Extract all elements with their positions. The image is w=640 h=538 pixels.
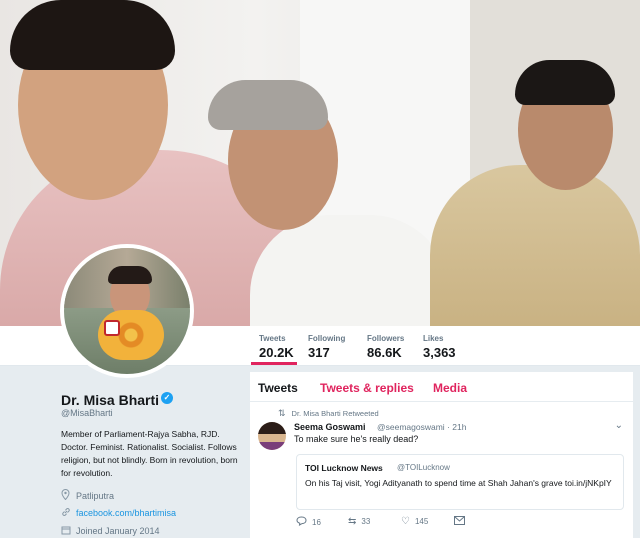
- header-photo-person-left-hair: [10, 0, 175, 70]
- verified-badge-icon: ✓: [161, 392, 173, 404]
- header-photo-person-right: [430, 165, 640, 326]
- link-icon: [61, 507, 73, 519]
- tweet-actions: 16 ⇆ 33 ♡ 145: [296, 516, 496, 530]
- header-photo-person-center: [250, 215, 450, 326]
- tweet-author-name[interactable]: Seema Goswami: [294, 422, 366, 432]
- stat-tweets-label: Tweets: [259, 334, 286, 343]
- stat-followers[interactable]: Followers 86.6K: [367, 334, 404, 360]
- tweet-author-avatar[interactable]: [258, 422, 286, 450]
- stat-tweets[interactable]: Tweets 20.2K: [259, 334, 294, 360]
- tweet-text: To make sure he's really dead?: [294, 434, 419, 444]
- calendar-icon: [61, 525, 73, 537]
- stat-following[interactable]: Following 317: [308, 334, 345, 360]
- stat-tweets-value: 20.2K: [259, 345, 294, 360]
- retweet-icon: ⇅: [278, 408, 286, 418]
- avatar-hair: [108, 266, 152, 284]
- profile-website-link[interactable]: facebook.com/bhartimisa: [76, 508, 176, 518]
- profile-website[interactable]: facebook.com/bhartimisa: [61, 507, 176, 519]
- reply-count: 16: [312, 518, 321, 527]
- profile-bio: Member of Parliament-Rajya Sabha, RJD. D…: [61, 429, 238, 478]
- header-photo-person-center-hair: [208, 80, 328, 130]
- profile-location: Patliputra: [61, 488, 115, 502]
- profile-name[interactable]: Dr. Misa Bharti: [61, 392, 159, 408]
- profile-handle[interactable]: @MisaBharti: [61, 408, 113, 418]
- direct-message-button[interactable]: [454, 516, 470, 528]
- header-photo-person-right-hair: [515, 60, 615, 105]
- stat-likes-value: 3,363: [423, 345, 456, 360]
- stat-likes[interactable]: Likes 3,363: [423, 334, 456, 360]
- like-button[interactable]: ♡ 145: [401, 516, 428, 527]
- tab-media[interactable]: Media: [433, 381, 467, 395]
- timeline: Tweets Tweets & replies Media ⇅ Dr. Misa …: [250, 372, 633, 538]
- reply-button[interactable]: 16: [296, 516, 321, 529]
- heart-icon: ♡: [401, 516, 410, 527]
- stat-followers-value: 86.6K: [367, 345, 402, 360]
- tweet-author-handle[interactable]: @seemagoswami · 21h: [377, 422, 466, 432]
- stat-followers-label: Followers: [367, 334, 405, 343]
- stat-following-value: 317: [308, 345, 330, 360]
- reply-icon: [296, 516, 307, 529]
- quoted-tweet-author-handle: @TOILucknow: [397, 463, 450, 472]
- stat-following-label: Following: [308, 334, 346, 343]
- tweet-avatar-scarf: [258, 442, 286, 450]
- tab-tweets[interactable]: Tweets: [258, 381, 298, 395]
- profile-joined-text: Joined January 2014: [76, 526, 160, 536]
- chevron-down-icon[interactable]: ⌄: [615, 420, 623, 431]
- profile-avatar[interactable]: [60, 244, 194, 378]
- timeline-tabs: Tweets Tweets & replies Media: [250, 372, 633, 402]
- quoted-tweet-author-name: TOI Lucknow News: [305, 463, 383, 473]
- profile-location-text: Patliputra: [76, 490, 115, 501]
- active-stat-underline: [251, 362, 297, 365]
- retweet-button[interactable]: ⇆ 33: [348, 516, 370, 527]
- retweet-context: ⇅ Dr. Misa Bharti Retweeted: [278, 408, 379, 419]
- quoted-tweet[interactable]: TOI Lucknow News @TOILucknow On his Taj …: [296, 454, 624, 510]
- avatar-microphone: [104, 320, 120, 336]
- tab-tweets-and-replies[interactable]: Tweets & replies: [320, 381, 414, 395]
- retweet-action-icon: ⇆: [348, 516, 357, 527]
- retweet-context-text[interactable]: Dr. Misa Bharti Retweeted: [292, 409, 379, 418]
- profile-joined: Joined January 2014: [61, 525, 160, 537]
- retweet-count: 33: [361, 517, 371, 526]
- stat-likes-label: Likes: [423, 334, 444, 343]
- like-count: 145: [414, 517, 429, 526]
- envelope-icon: [454, 516, 465, 528]
- tweet-avatar-hair: [258, 422, 286, 434]
- quoted-tweet-text: On his Taj visit, Yogi Adityanath to spe…: [305, 478, 612, 488]
- location-pin-icon: [61, 488, 73, 502]
